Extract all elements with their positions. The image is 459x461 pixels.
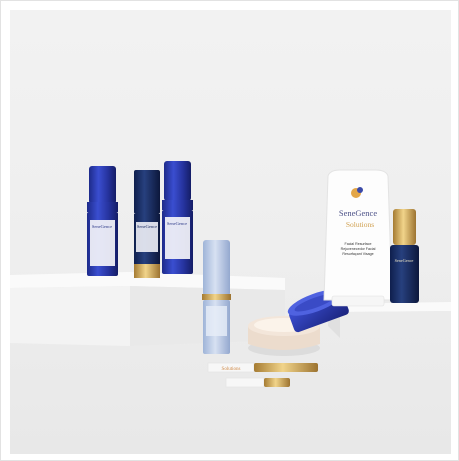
- left-pedestal: [10, 272, 285, 346]
- serum-bottle-navy: SeneGence: [134, 170, 160, 278]
- tube-text-1: Facial Resurface: [345, 242, 372, 246]
- small-navy-bottle: SeneGence: [390, 209, 419, 303]
- svg-text:Solutions: Solutions: [222, 367, 241, 372]
- svg-text:SeneGence: SeneGence: [167, 221, 187, 226]
- product-scene: SeneGence SeneGence SeneGence SeneGence …: [10, 10, 451, 454]
- tube-text-3: Resurfaçant Visage: [342, 252, 373, 256]
- serum-bottle-blue-1: SeneGence: [87, 166, 118, 276]
- lip-tube-1: Solutions: [207, 362, 318, 373]
- facial-resurface-tube: SeneGence Solutions Facial Resurface Rej…: [323, 169, 393, 307]
- svg-text:SeneGence: SeneGence: [395, 258, 414, 263]
- tube-brand-label: SeneGence: [339, 208, 377, 218]
- serum-bottle-blue-2: SeneGence: [162, 161, 193, 274]
- tube-sub-label: Solutions: [346, 220, 374, 229]
- light-blue-pump-bottle: [202, 240, 231, 354]
- svg-text:SeneGence: SeneGence: [137, 224, 157, 229]
- svg-text:SeneGence: SeneGence: [92, 224, 112, 229]
- scene-illustration: SeneGence SeneGence SeneGence SeneGence …: [10, 161, 451, 388]
- image-frame: SeneGence SeneGence SeneGence SeneGence …: [0, 0, 459, 461]
- tube-text-2: Rejuvenecedor Facial: [341, 247, 376, 251]
- lip-tube-2: [225, 377, 290, 388]
